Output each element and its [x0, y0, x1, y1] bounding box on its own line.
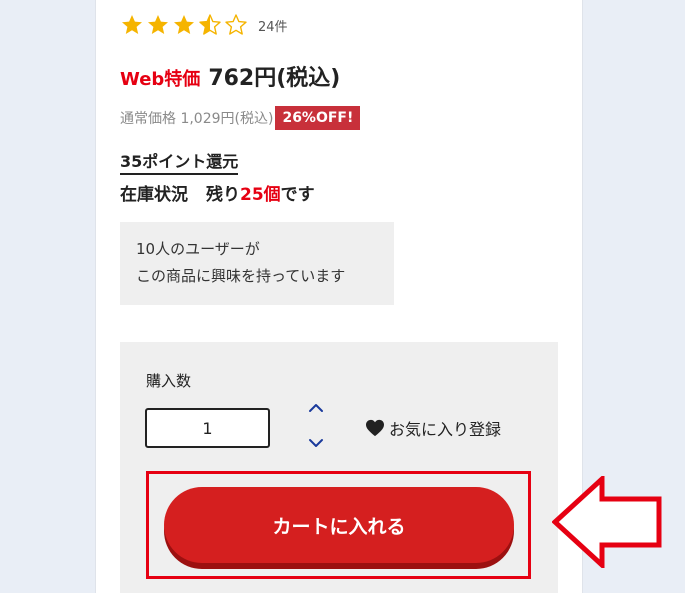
chevron-down-icon[interactable]	[306, 435, 326, 451]
star-full-icon	[148, 15, 168, 34]
regular-price-row: 通常価格 1,029円(税込) 26%OFF!	[120, 106, 361, 130]
stock-status: 在庫状況 残り25個です	[120, 180, 315, 205]
regular-price: 通常価格 1,029円(税込)	[120, 111, 274, 127]
web-price-label: Web特価	[120, 69, 201, 90]
web-price-value: 762円(税込)	[208, 66, 341, 91]
discount-badge: 26%OFF!	[275, 106, 361, 130]
favorite-button[interactable]: お気に入り登録	[365, 416, 501, 440]
points-link[interactable]: 35ポイント還元	[120, 148, 239, 175]
star-rating: 24件	[120, 12, 288, 38]
stock-label: 在庫状況	[120, 185, 188, 205]
favorite-label: お気に入り登録	[389, 420, 502, 439]
star-full-icon	[174, 15, 194, 34]
star-empty-icon	[225, 14, 247, 35]
heart-icon	[366, 419, 384, 437]
star-full-icon	[122, 15, 142, 34]
review-count-link[interactable]: 24件	[258, 16, 288, 35]
quantity-input[interactable]	[145, 408, 270, 448]
quantity-label: 購入数	[146, 372, 192, 390]
stock-count: 25個	[240, 185, 281, 205]
product-page: 24件 Web特価 762円(税込) 通常価格 1,029円(税込) 26%OF…	[0, 0, 685, 593]
star-half-icon	[199, 14, 221, 35]
interest-line-1: 10人のユーザーが	[136, 240, 260, 258]
arrow-left-icon	[552, 476, 662, 568]
stock-prefix: 残り	[206, 185, 240, 205]
web-price-row: Web特価 762円(税込)	[120, 60, 340, 92]
interest-line-2: この商品に興味を持っています	[136, 267, 346, 285]
interest-notice: 10人のユーザーが この商品に興味を持っています	[120, 222, 394, 305]
add-to-cart-button[interactable]: カートに入れる	[164, 487, 514, 563]
stock-suffix: です	[280, 185, 315, 205]
chevron-up-icon[interactable]	[306, 400, 326, 416]
